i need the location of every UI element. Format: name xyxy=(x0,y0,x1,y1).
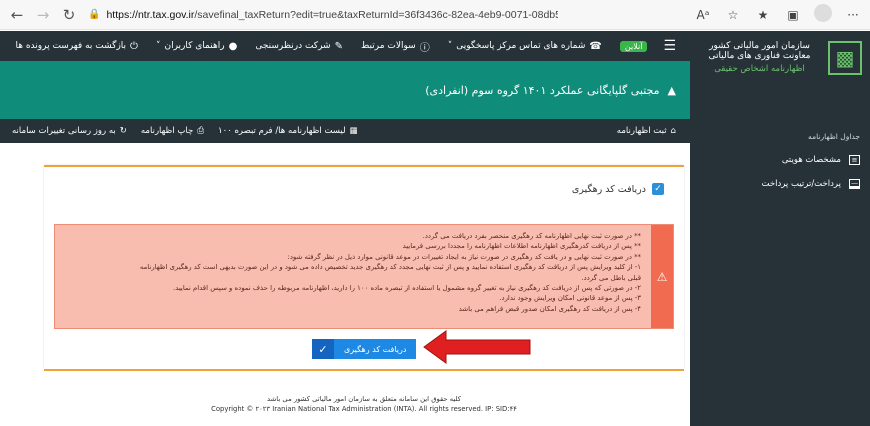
read-aloud-icon[interactable]: Aᵃ xyxy=(694,8,712,22)
table-icon: ▦ xyxy=(349,126,358,136)
alert-line: ۳- پس از موعد قانونی امکان ویرایش وجود ن… xyxy=(499,294,641,303)
home-icon: ⌂ xyxy=(670,126,676,136)
sidebar-item-label: مشخصات هویتی xyxy=(781,155,841,165)
forward-arrow-icon[interactable]: → xyxy=(30,4,56,26)
alert-line: ۴- پس از دریافت کد رهگیری امکان صدور قبض… xyxy=(458,304,641,313)
card-bottom-border xyxy=(44,369,684,371)
collections-icon[interactable]: ▣ xyxy=(784,8,802,22)
reload-icon[interactable]: ↻ xyxy=(56,4,82,26)
sidebar-header: جداول اظهارنامه xyxy=(808,132,860,141)
power-icon: ⏻ xyxy=(130,40,138,52)
red-arrow-annotation xyxy=(423,330,531,364)
profile-avatar[interactable] xyxy=(814,4,832,25)
taxpayer-title: مجتبی گلپایگانی عملکرد ۱۴۰۱ گروه سوم (ان… xyxy=(425,83,660,97)
footer-rights: کلیه حقوق این سامانه متعلق به سازمان امو… xyxy=(267,395,461,403)
user-icon: ▲ xyxy=(667,83,676,97)
chevron-down-icon: ˅ xyxy=(447,41,453,51)
returns-list-link[interactable]: ▦ لیست اظهارنامه ها/ فرم تبصره ۱۰۰ xyxy=(218,126,358,136)
get-tracking-code-button[interactable]: دریافت کد رهگیری ✓ xyxy=(312,339,417,359)
footer: کلیه حقوق این سامانه متعلق به سازمان امو… xyxy=(44,394,684,414)
phone-icon: ☎ xyxy=(589,40,602,52)
favorite-icon[interactable]: ☆ xyxy=(724,8,742,22)
card-title: ✓ دریافت کد رهگیری xyxy=(572,183,664,195)
alert-line: قبلی باطل می گردد. xyxy=(581,273,641,282)
checkmark-icon: ✓ xyxy=(312,339,334,359)
lock-icon: 🔒 xyxy=(88,9,101,20)
taxpayer-header: ▲ مجتبی گلپایگانی عملکرد ۱۴۰۱ گروه سوم (… xyxy=(0,61,690,119)
credit-card-icon: — xyxy=(849,179,860,189)
sidebar-item-identity[interactable]: ≡ مشخصات هویتی xyxy=(782,155,860,165)
browser-toolbar: ← → ↻ 🔒 https://ntr.tax.gov.ir/savefinal… xyxy=(0,0,870,30)
update-system-link[interactable]: ↻ به روز رسانی تغییرات سامانه xyxy=(12,126,127,136)
back-arrow-icon[interactable]: ← xyxy=(4,4,30,26)
logo-line-2: معاونت فناوری های مالیاتی xyxy=(708,51,811,61)
sidebar-item-label: پرداخت/ترتیب پرداخت xyxy=(761,179,841,189)
question-icon: ⓘ xyxy=(419,42,430,54)
sidebar: ▩ سازمان امور مالیاتی کشور معاونت فناوری… xyxy=(690,31,870,426)
edit-icon: ✎ xyxy=(334,40,343,52)
more-menu-icon[interactable]: ··· xyxy=(844,8,862,22)
logo-line-1: سازمان امور مالیاتی کشور xyxy=(709,41,810,51)
alert-text: ** در صورت ثبت نهایی اظهارنامه کد رهگیری… xyxy=(55,225,651,328)
chevron-down-icon: ˅ xyxy=(155,41,161,51)
alert-line: ** در صورت ثبت نهایی اظهارنامه کد رهگیری… xyxy=(422,232,641,240)
button-label: دریافت کد رهگیری xyxy=(334,339,417,359)
warning-alert: ⚠ ** در صورت ثبت نهایی اظهارنامه کد رهگی… xyxy=(54,224,674,329)
printer-icon: ⎙ xyxy=(197,126,205,136)
register-return-link[interactable]: ⌂ ثبت اظهارنامه xyxy=(617,126,676,136)
faq-link[interactable]: ⓘ سوالات مرتبط xyxy=(361,39,430,54)
online-badge: آنلاین xyxy=(619,40,648,52)
top-navbar: ☰ آنلاین ☎ شماره های تماس مرکز پاسخگویی ˅ … xyxy=(0,31,690,61)
address-bar[interactable]: 🔒 https://ntr.tax.gov.ir/savefinal_taxRe… xyxy=(88,5,558,25)
warning-icon: ⚠ xyxy=(651,225,673,328)
sidebar-item-payment[interactable]: — پرداخت/ترتیب پرداخت xyxy=(761,179,860,189)
alert-line: ** در صورت ثبت نهایی و در یافت کد رهگیری… xyxy=(287,252,641,261)
favorites-bar-icon[interactable]: ★ xyxy=(754,8,772,22)
footer-copyright: Copyright © ۲۰۲۳ Iranian National Tax Ad… xyxy=(211,405,517,413)
url-host: https://ntr.tax.gov.ir xyxy=(106,8,195,21)
checkbox-icon: ✓ xyxy=(652,183,664,195)
refresh-icon: ↻ xyxy=(119,126,127,136)
url-path: /savefinal_taxReturn?edit=true&taxReturn… xyxy=(194,8,558,21)
inta-logo-icon: ▩ xyxy=(828,41,862,75)
alert-line: ۱- از کلید ویرایش پس از دریافت کد رهگیری… xyxy=(139,263,641,272)
logo-line-3: اظهارنامه اشخاص حقیقی xyxy=(714,64,805,74)
alert-line: ۲- در صورتی که پس از دریافت کد رهگیری نی… xyxy=(173,284,641,293)
logo-text: سازمان امور مالیاتی کشور معاونت فناوری ه… xyxy=(697,41,822,74)
contact-numbers-menu[interactable]: ☎ شماره های تماس مرکز پاسخگویی ˅ xyxy=(448,41,602,52)
id-card-icon: ≡ xyxy=(849,155,860,165)
breadcrumb-bar: ⌂ ثبت اظهارنامه ▦ لیست اظهارنامه ها/ فرم ت… xyxy=(0,119,690,143)
alert-line: ** پس از دریافت کدرهگیری اظهارنامه اطلاع… xyxy=(402,242,641,251)
hamburger-menu-icon[interactable]: ☰ xyxy=(663,38,676,54)
tracking-code-card: ✓ دریافت کد رهگیری ⚠ ** در صورت ثبت نهای… xyxy=(44,165,684,369)
print-return-link[interactable]: ⎙ چاپ اظهارنامه xyxy=(141,126,204,136)
main-content: ✓ دریافت کد رهگیری ⚠ ** در صورت ثبت نهای… xyxy=(0,143,690,426)
survey-link[interactable]: ✎ شرکت درنظرسنجی xyxy=(255,41,343,52)
user-guide-menu[interactable]: ● راهنمای کاربران ˅ xyxy=(156,41,237,52)
back-to-list-link[interactable]: ⏻ بازگشت به فهرست پرونده ها xyxy=(15,41,137,52)
chat-icon: ● xyxy=(228,40,238,52)
